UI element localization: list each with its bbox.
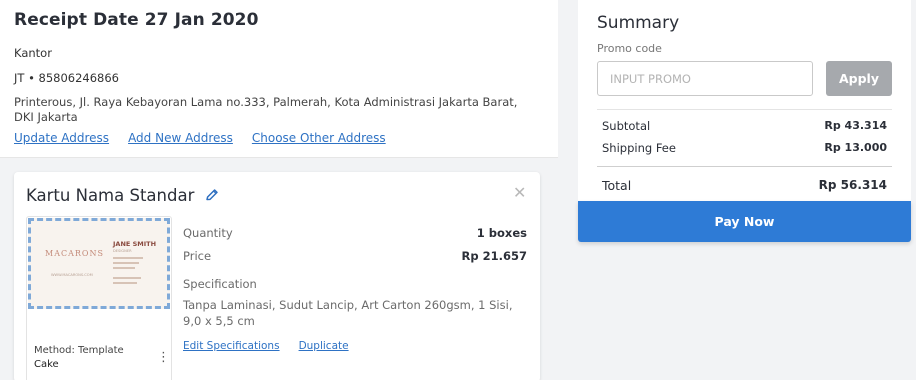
price-row: Price Rp 21.657 bbox=[183, 249, 527, 272]
close-icon[interactable]: ✕ bbox=[513, 183, 526, 202]
pay-now-button[interactable]: Pay Now bbox=[578, 201, 911, 242]
divider bbox=[597, 109, 892, 110]
preview-role: DESIGNER bbox=[113, 249, 132, 253]
preview-logo-sub: WWW.MACARONS.COM bbox=[51, 273, 93, 277]
preview-text-line bbox=[113, 282, 137, 284]
price-value: Rp 21.657 bbox=[461, 249, 527, 263]
shipping-value: Rp 13.000 bbox=[824, 141, 887, 154]
subtotal-label: Subtotal bbox=[602, 119, 651, 133]
left-column: Receipt Date 27 Jan 2020 Kantor JT • 858… bbox=[0, 0, 558, 380]
specification-text: Tanpa Laminasi, Sudut Lancip, Art Carton… bbox=[183, 298, 513, 328]
preview-text-line bbox=[113, 257, 143, 259]
update-address-link[interactable]: Update Address bbox=[14, 131, 109, 145]
total-row: Total Rp 56.314 bbox=[597, 178, 892, 193]
choose-other-address-link[interactable]: Choose Other Address bbox=[252, 131, 386, 145]
subtotal-value: Rp 43.314 bbox=[824, 119, 887, 132]
divider bbox=[597, 166, 892, 167]
specification-label: Specification bbox=[183, 277, 257, 291]
method-label: Method: Template bbox=[34, 345, 124, 356]
preview-name: JANE SMITH bbox=[113, 240, 157, 248]
total-value: Rp 56.314 bbox=[818, 178, 887, 192]
shipping-row: Shipping Fee Rp 13.000 bbox=[597, 141, 892, 155]
preview-text-line bbox=[113, 262, 139, 264]
address-line: Printerous, Jl. Raya Kebayoran Lama no.3… bbox=[14, 95, 518, 124]
preview-text-line bbox=[113, 277, 141, 279]
product-specification: Quantity 1 boxes Price Rp 21.657 Specifi… bbox=[183, 226, 527, 352]
address-phone: JT • 85806246866 bbox=[14, 71, 119, 85]
preview-logo: MACARONS bbox=[45, 249, 104, 258]
edit-specifications-link[interactable]: Edit Specifications bbox=[183, 340, 280, 352]
product-card: Kartu Nama Standar ✕ MACARONS WWW.MACARO… bbox=[14, 172, 540, 380]
promo-row: Apply bbox=[597, 61, 892, 96]
product-title: Kartu Nama Standar bbox=[26, 186, 195, 205]
address-name: Kantor bbox=[14, 46, 52, 60]
kebab-menu-icon[interactable]: ⋮ bbox=[157, 350, 170, 365]
total-label: Total bbox=[602, 178, 632, 193]
quantity-label: Quantity bbox=[183, 226, 233, 240]
price-label: Price bbox=[183, 249, 212, 263]
add-new-address-link[interactable]: Add New Address bbox=[128, 131, 233, 145]
duplicate-link[interactable]: Duplicate bbox=[299, 340, 349, 352]
promo-input[interactable] bbox=[597, 61, 813, 96]
address-actions: Update Address Add New Address Choose Ot… bbox=[14, 131, 386, 145]
method-value: Cake bbox=[34, 359, 59, 370]
summary-title: Summary bbox=[597, 13, 680, 33]
receipt-title: Receipt Date 27 Jan 2020 bbox=[14, 10, 259, 30]
preview-text-line bbox=[113, 267, 135, 269]
apply-button[interactable]: Apply bbox=[826, 61, 892, 96]
quantity-value: 1 boxes bbox=[476, 226, 527, 240]
business-card-preview[interactable]: MACARONS WWW.MACARONS.COM JANE SMITH DES… bbox=[28, 218, 170, 309]
summary-panel: Summary Promo code Apply Subtotal Rp 43.… bbox=[578, 0, 911, 201]
shipping-label: Shipping Fee bbox=[602, 141, 676, 155]
pencil-icon[interactable] bbox=[204, 187, 220, 203]
address-card: Receipt Date 27 Jan 2020 Kantor JT • 858… bbox=[0, 0, 558, 158]
product-preview-card: MACARONS WWW.MACARONS.COM JANE SMITH DES… bbox=[26, 216, 172, 380]
promo-label: Promo code bbox=[597, 42, 662, 55]
subtotal-row: Subtotal Rp 43.314 bbox=[597, 119, 892, 133]
product-actions: Edit Specifications Duplicate bbox=[183, 340, 527, 352]
quantity-row: Quantity 1 boxes bbox=[183, 226, 527, 249]
